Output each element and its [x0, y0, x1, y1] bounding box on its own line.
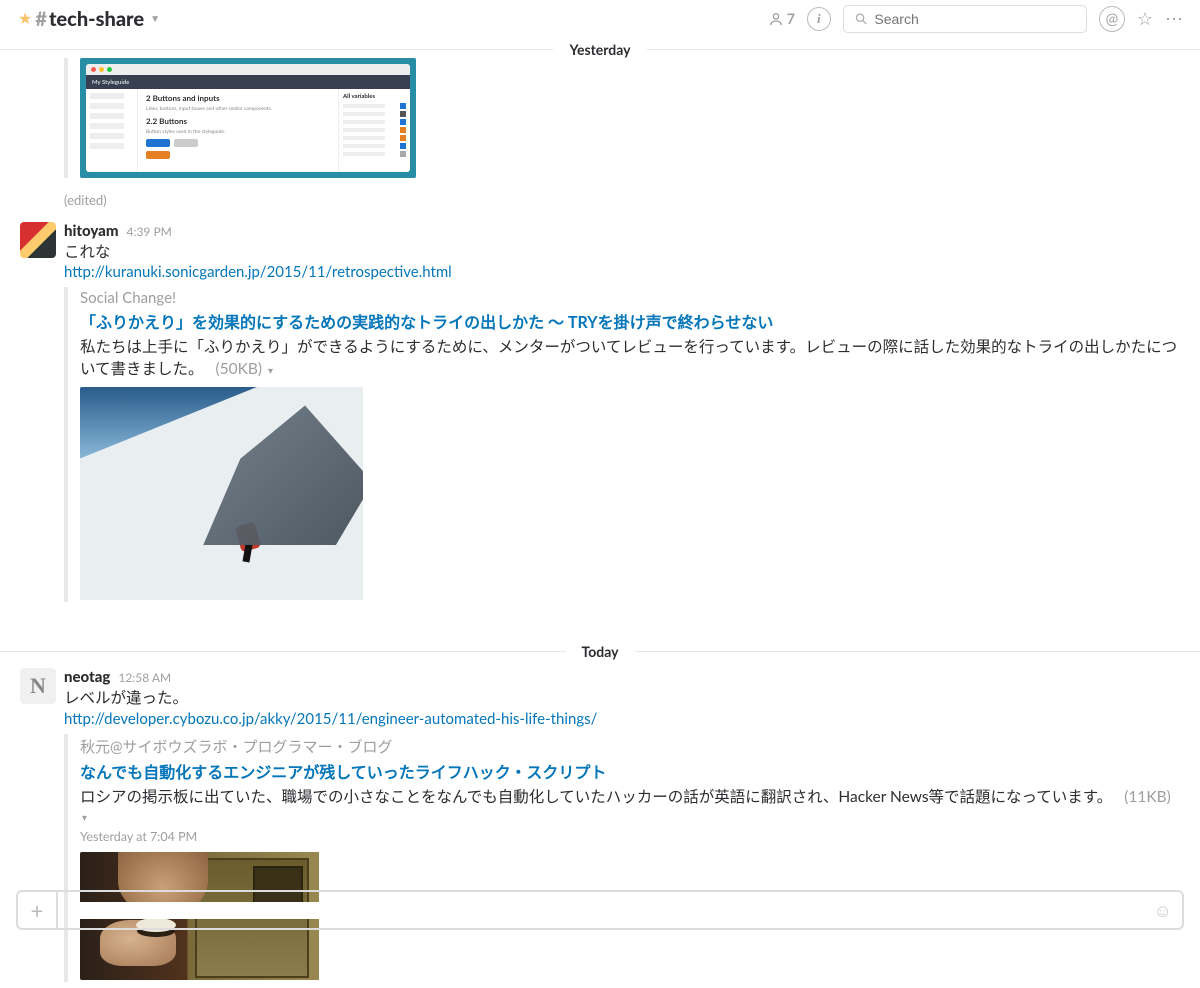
attachment-timestamp: Yesterday at 7:04 PM — [80, 829, 1180, 844]
message-link[interactable]: http://kuranuki.sonicgarden.jp/2015/11/r… — [64, 263, 452, 281]
attachment-source[interactable]: 秋元@サイボウズラボ・プログラマー・ブログ — [80, 736, 1180, 757]
attachment-image-mountain[interactable] — [80, 387, 1180, 600]
attachment-desc: ロシアの掲示板に出ていた、職場での小さなことをなんでも自動化していたハッカーの話… — [80, 788, 1112, 806]
previous-message-attachment: My Styleguide 2 Buttons and inputs Links… — [0, 50, 1200, 182]
sg-h2: 2.2 Buttons — [146, 116, 330, 126]
search-box[interactable] — [843, 5, 1087, 33]
message-text: これな — [64, 241, 1180, 263]
mentions-icon[interactable]: @ — [1099, 6, 1125, 32]
chevron-down-icon[interactable]: ▼ — [150, 13, 160, 25]
edited-label: (edited) — [0, 182, 1200, 216]
star-filled-icon[interactable]: ★ — [18, 9, 32, 28]
message-composer: + ☺ — [16, 890, 1184, 930]
info-icon[interactable]: i — [807, 7, 831, 31]
avatar[interactable]: N — [20, 668, 56, 704]
channel-header: ★ # tech-share ▼ 7 i @ ☆ ⋯ — [0, 0, 1200, 38]
channel-name[interactable]: tech-share — [49, 7, 144, 31]
message-neotag: N neotag 12:58 AM レベルが違った。 http://develo… — [0, 662, 1200, 987]
sg-sub1: Links, buttons, input-boxes and other si… — [146, 106, 330, 112]
star-outline-icon[interactable]: ☆ — [1137, 7, 1153, 30]
caret-down-icon[interactable]: ▾ — [268, 365, 273, 377]
message-text: レベルが違った。 — [64, 687, 1180, 709]
sg-sub2: Button styles used in the styleguide. — [146, 129, 330, 135]
attachment-source[interactable]: Social Change! — [80, 289, 1180, 307]
message-input[interactable] — [68, 902, 1154, 919]
attachment-title[interactable]: なんでも自動化するエンジニアが残していったライフハック・スクリプト — [80, 759, 606, 783]
date-divider-today: Today — [0, 640, 1200, 652]
sg-h1: 2 Buttons and inputs — [146, 93, 330, 103]
member-count[interactable]: 7 — [768, 10, 795, 27]
member-count-value: 7 — [787, 10, 795, 27]
search-icon — [854, 11, 869, 27]
hash-icon: # — [35, 7, 47, 31]
message-time[interactable]: 12:58 AM — [118, 670, 171, 685]
sg-title: My Styleguide — [92, 79, 129, 86]
avatar[interactable] — [20, 222, 56, 258]
person-icon — [768, 11, 784, 27]
message-author[interactable]: hitoyam — [64, 222, 119, 240]
emoji-icon[interactable]: ☺ — [1154, 899, 1172, 922]
message-hitoyam: hitoyam 4:39 PM これな http://kuranuki.soni… — [0, 216, 1200, 608]
link-attachment: 秋元@サイボウズラボ・プログラマー・ブログ なんでも自動化するエンジニアが残して… — [64, 734, 1180, 982]
link-attachment: Social Change! 「ふりかえり」を効果的にするための実践的なトライの… — [64, 287, 1180, 602]
message-link[interactable]: http://developer.cybozu.co.jp/akky/2015/… — [64, 710, 597, 728]
attachment-size: (11KB) — [1124, 788, 1171, 806]
avatar-letter: N — [30, 673, 46, 699]
date-divider-label: Yesterday — [553, 41, 646, 58]
caret-down-icon[interactable]: ▾ — [82, 812, 87, 824]
attachment-image-styleguide[interactable]: My Styleguide 2 Buttons and inputs Links… — [80, 58, 416, 178]
date-divider-yesterday: Yesterday — [0, 38, 1200, 50]
attach-button[interactable]: + — [16, 890, 56, 930]
attachment-size: (50KB) — [216, 360, 263, 378]
message-author[interactable]: neotag — [64, 668, 110, 686]
more-icon[interactable]: ⋯ — [1165, 7, 1184, 30]
search-input[interactable] — [874, 11, 1075, 27]
attachment-title[interactable]: 「ふりかえり」を効果的にするための実践的なトライの出しかた 〜 TRYを掛け声で… — [80, 309, 773, 333]
message-time[interactable]: 4:39 PM — [127, 224, 172, 239]
sg-right-h: All variables — [343, 93, 406, 100]
date-divider-label: Today — [566, 643, 635, 660]
